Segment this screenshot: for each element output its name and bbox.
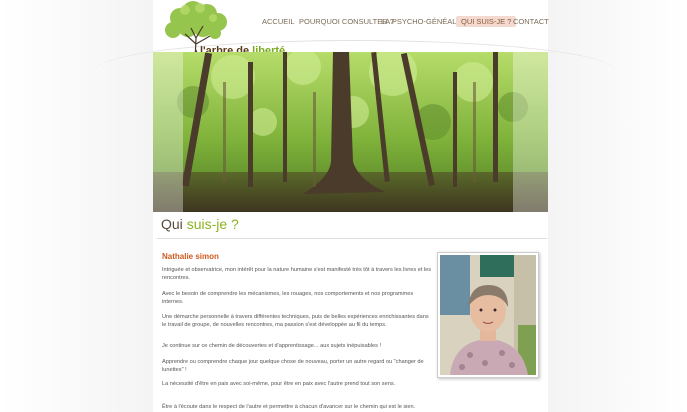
bio-paragraph-5: Apprendre ou comprendre chaque jour quel… (162, 359, 424, 373)
forest-illustration (153, 52, 548, 212)
person-name: Nathalie simon (162, 252, 219, 261)
title-divider (157, 238, 547, 239)
bio-paragraph-1: Intriguée et observatrice, mon intérêt p… (162, 267, 432, 281)
page-title-part1: Qui (161, 216, 187, 232)
bio-paragraph-4: Je continue sur ce chemin de découvertes… (162, 343, 382, 349)
portrait-illustration (440, 255, 536, 375)
portrait-photo-frame (437, 252, 539, 378)
nav-item-contact[interactable]: CONTACT (508, 16, 554, 27)
portrait-photo (440, 255, 536, 375)
bio-paragraph-7: Être à l'écoute dans le respect de l'aut… (162, 404, 416, 410)
bio-paragraph-2: Avec le besoin de comprendre les mécanis… (162, 291, 414, 305)
page-title-part2: suis-je ? (186, 216, 239, 232)
hero-fade-left (153, 52, 183, 212)
page-title: Qui suis-je ? (161, 216, 239, 232)
hero-forest-image (153, 52, 548, 212)
hero-fade-right (513, 52, 548, 212)
bio-paragraph-3: Une démarche personnelle à travers diffé… (162, 314, 429, 328)
bio-paragraph-6: La nécessité d'être en paix avec soi-mêm… (162, 381, 396, 387)
